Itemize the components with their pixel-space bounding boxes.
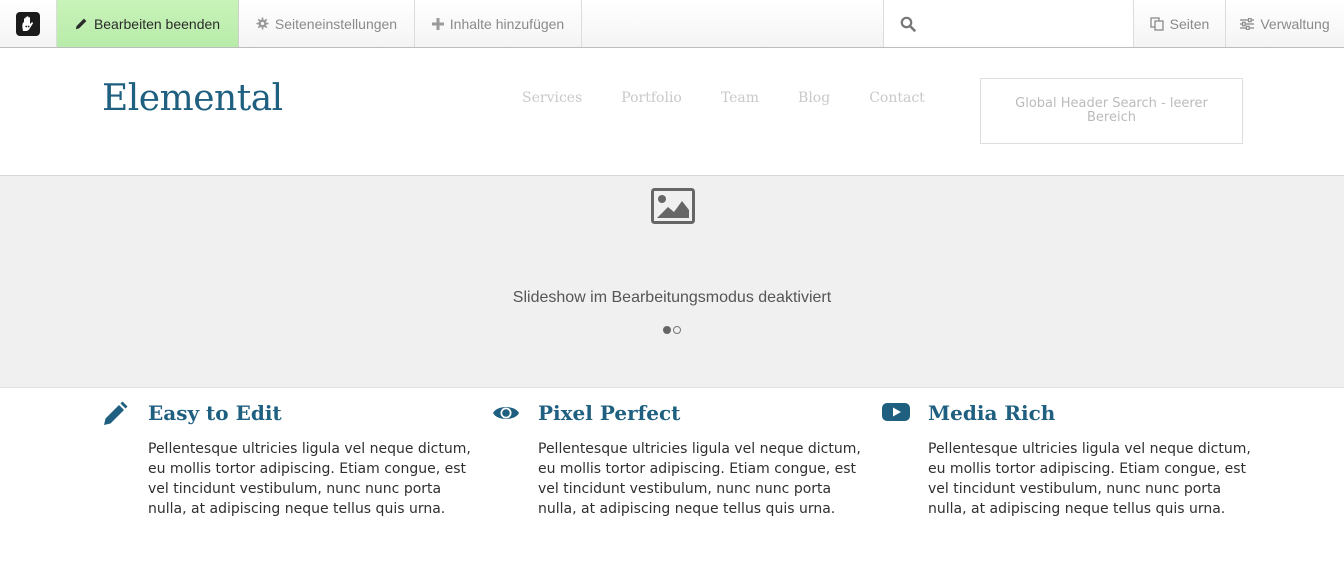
concrete5-hand-logo-icon [16, 11, 40, 36]
plus-icon [431, 17, 444, 30]
pencil-icon [102, 401, 128, 432]
feature-text: Pellentesque ultricies ligula vel neque … [148, 441, 471, 517]
slideshow-placeholder[interactable]: Slideshow im Bearbeitungsmodus deaktivie… [0, 175, 1344, 388]
add-content-label: Inhalte hinzufügen [449, 15, 565, 32]
sliders-icon [1240, 17, 1255, 30]
sitemap-pages-button[interactable]: Seiten [1134, 0, 1226, 47]
feature-title: Media Rich [928, 401, 1056, 425]
global-header-search-label: Global Header Search - leerer Bereich [1015, 96, 1208, 125]
eye-icon [492, 401, 520, 430]
slideshow-pager [663, 326, 683, 334]
pencil-icon [75, 17, 88, 30]
exit-edit-mode-button[interactable]: Bearbeiten beenden [57, 0, 239, 47]
slideshow-dot-2[interactable] [673, 326, 681, 334]
slideshow-disabled-message: Slideshow im Bearbeitungsmodus deaktivie… [512, 289, 832, 306]
site-header: Elemental Services Portfolio Team Blog C… [0, 48, 1344, 175]
slideshow-dot-1[interactable] [663, 326, 671, 334]
main-nav: Services Portfolio Team Blog Contact [522, 90, 964, 106]
global-header-search-area[interactable]: Global Header Search - leerer Bereich [980, 78, 1243, 144]
toolbar-search-input[interactable] [924, 8, 1124, 39]
nav-item-portfolio[interactable]: Portfolio [621, 90, 682, 106]
page-settings-label: Seiteneinstellungen [274, 15, 398, 32]
nav-item-services[interactable]: Services [522, 90, 582, 106]
feature-title: Pixel Perfect [538, 401, 681, 425]
add-content-button[interactable]: Inhalte hinzufügen [415, 0, 582, 47]
feature-title: Easy to Edit [148, 401, 282, 425]
gear-icon [256, 17, 269, 30]
nav-item-contact[interactable]: Contact [869, 90, 925, 106]
exit-edit-mode-label: Bearbeiten beenden [93, 15, 221, 32]
page-settings-button[interactable]: Seiteneinstellungen [239, 0, 415, 47]
cms-toolbar: Bearbeiten beenden Seiteneinstellungen I… [0, 0, 1344, 48]
feature-text: Pellentesque ultricies ligula vel neque … [928, 441, 1251, 517]
dashboard-admin-button[interactable]: Verwaltung [1226, 0, 1344, 47]
nav-item-team[interactable]: Team [721, 90, 759, 106]
copy-icon [1149, 16, 1164, 31]
cms-logo-button[interactable] [0, 0, 57, 47]
search-icon [900, 16, 916, 32]
image-icon [651, 188, 695, 229]
sitemap-pages-label: Seiten [1169, 15, 1210, 32]
toolbar-search [883, 0, 1134, 47]
video-play-icon [882, 401, 910, 428]
site-brand-logo[interactable]: Elemental [102, 78, 283, 119]
dashboard-admin-label: Verwaltung [1260, 15, 1330, 32]
nav-item-blog[interactable]: Blog [798, 90, 830, 106]
feature-text: Pellentesque ultricies ligula vel neque … [538, 441, 861, 517]
